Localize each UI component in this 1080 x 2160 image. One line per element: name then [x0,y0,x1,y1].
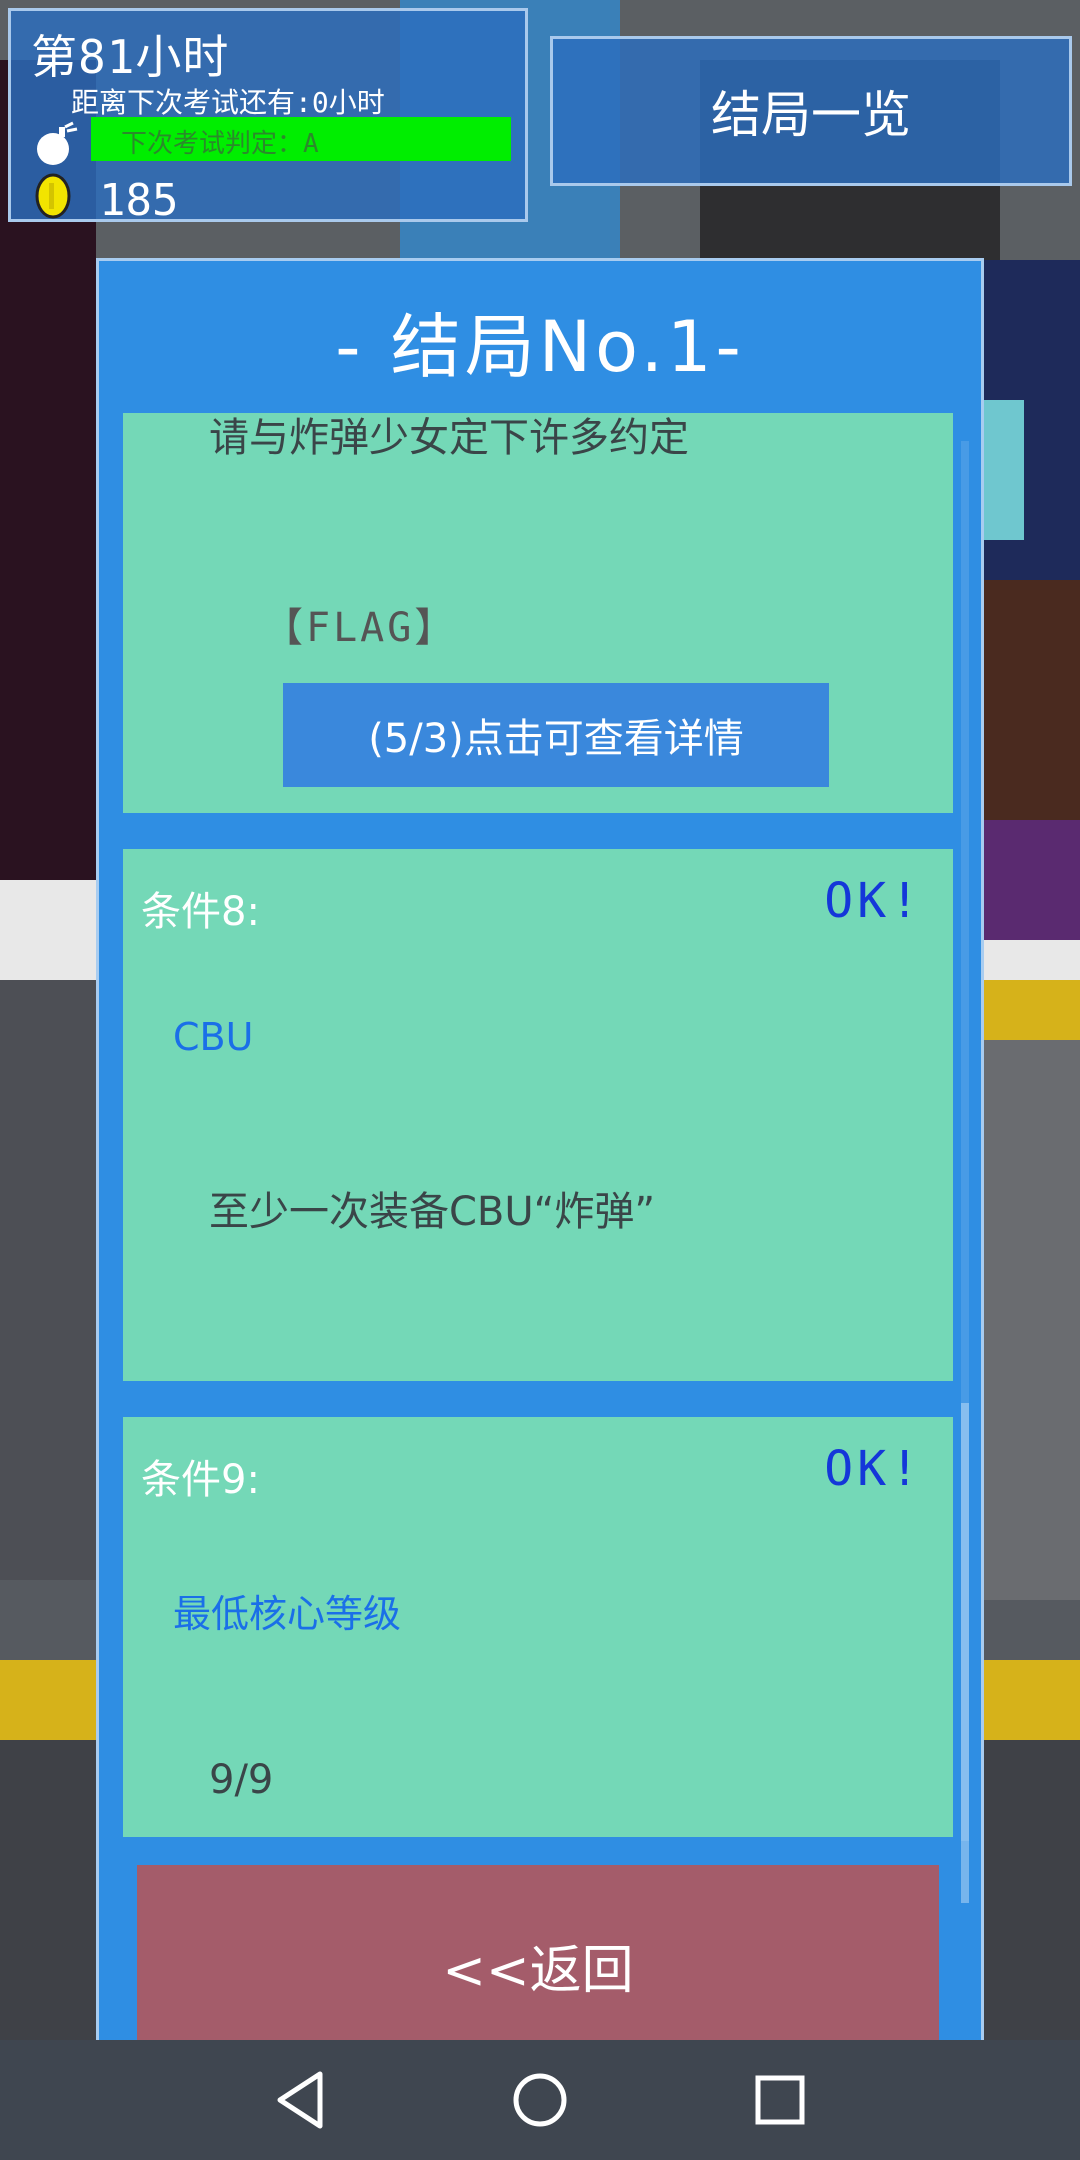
bomb-icon [37,121,78,165]
exam-judgement-text: 下次考试判定：A [121,129,319,159]
exam-judgement-bar: 下次考试判定：A [91,117,511,161]
condition-name: 最低核心等级 [173,1592,402,1636]
ending-list-button[interactable]: 结局一览 [550,36,1072,186]
scrollbar-thumb[interactable] [961,1403,969,1903]
condition-name: CBU [173,1015,254,1059]
flag-label: 【FLAG】 [263,605,458,651]
panel-title: - 结局No.1- [335,306,745,388]
home-circle-icon[interactable] [498,2058,582,2142]
back-triangle-icon[interactable] [260,2058,344,2142]
exam-countdown: 距离下次考试还有:0小时 [71,86,385,119]
list-item: 条件9: OK! 最低核心等级 9/9 [123,1417,953,1837]
coin-count: 185 [99,175,179,226]
condition-description: 9/9 [209,1757,274,1803]
status-badge: OK! [824,873,923,929]
status-hud: 第81小时 距离下次考试还有:0小时 下次考试判定：A 185 [8,8,528,226]
condition-label: 条件9: [141,1457,260,1503]
condition-label: 条件8: [141,889,260,935]
hour-counter: 第81小时 [31,30,230,84]
ending-description: 请与炸弹少女定下许多约定 [209,415,689,461]
status-badge: OK! [824,1441,923,1497]
condition-description: 至少一次装备CBU“炸弹” [209,1189,656,1235]
coin-icon [35,173,71,219]
back-button[interactable]: <<返回 [137,1865,939,2061]
condition-list[interactable]: 请与炸弹少女定下许多约定 【FLAG】 (5/3)点击可查看详情 条件8: OK… [123,413,953,1853]
view-details-button[interactable]: (5/3)点击可查看详情 [283,683,829,787]
system-nav-bar [0,2040,1080,2160]
list-item: 条件8: OK! CBU 至少一次装备CBU“炸弹” [123,849,953,1381]
list-item: 请与炸弹少女定下许多约定 【FLAG】 (5/3)点击可查看详情 [123,413,953,813]
recents-square-icon[interactable] [738,2058,822,2142]
ending-detail-panel: - 结局No.1- 请与炸弹少女定下许多约定 【FLAG】 (5/3)点击可查看… [96,258,984,2064]
